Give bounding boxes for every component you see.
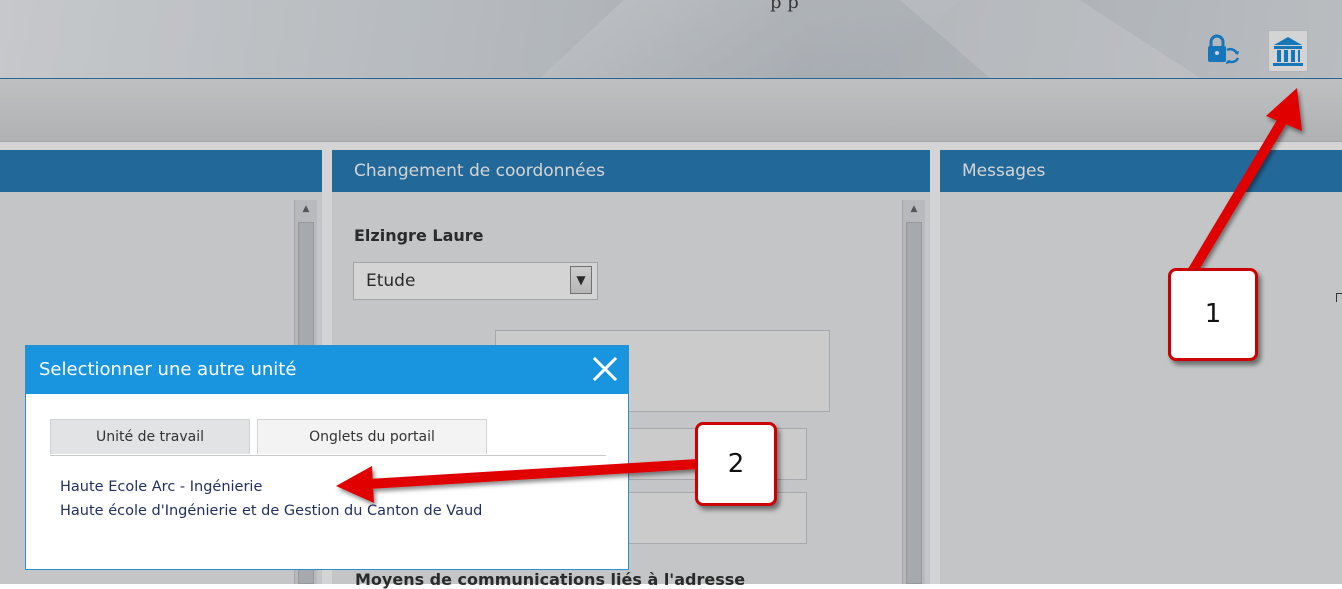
dialog-header: Selectionner une autre unité bbox=[26, 346, 628, 394]
unit-link[interactable]: Haute école d'Ingénierie et de Gestion d… bbox=[60, 501, 580, 522]
mouse-cursor bbox=[1336, 293, 1342, 302]
close-icon[interactable] bbox=[588, 352, 622, 386]
unit-link[interactable]: Haute Ecole Arc - Ingénierie bbox=[60, 477, 580, 498]
dialog-tabs: Unité de travail Onglets du portail bbox=[50, 419, 606, 456]
tab-onglets-du-portail[interactable]: Onglets du portail bbox=[257, 419, 487, 454]
unit-list: Haute Ecole Arc - Ingénierie Haute école… bbox=[60, 477, 580, 525]
callout-1: 1 bbox=[1168, 268, 1258, 361]
callout-2: 2 bbox=[695, 422, 777, 506]
dialog-title: Selectionner une autre unité bbox=[39, 359, 297, 380]
tab-unite-de-travail[interactable]: Unité de travail bbox=[50, 419, 250, 454]
select-unit-dialog: Selectionner une autre unité Unité de tr… bbox=[25, 345, 629, 570]
